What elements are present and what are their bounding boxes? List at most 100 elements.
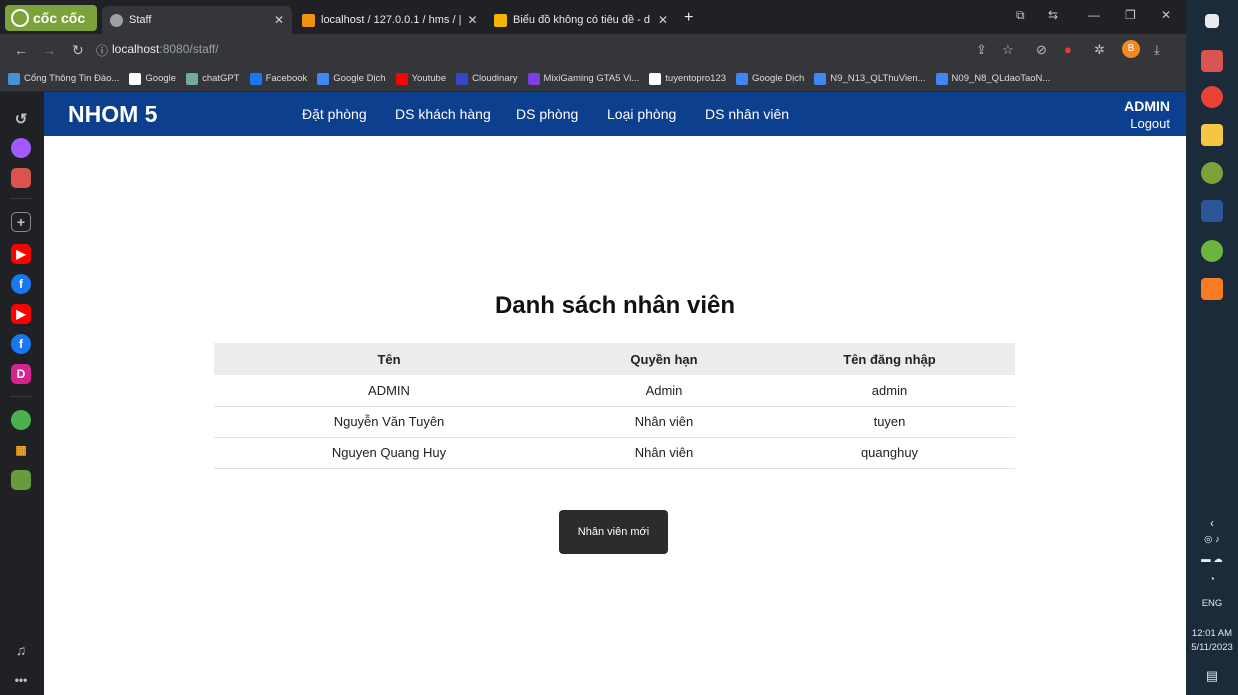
nav-link-room-types[interactable]: Loại phòng — [607, 106, 676, 122]
more-icon[interactable]: ••• — [11, 670, 31, 690]
chevron-left-icon[interactable]: ‹ — [1186, 516, 1238, 530]
bell-icon[interactable]: ♫ — [11, 640, 31, 660]
windows-start-icon[interactable] — [1205, 14, 1219, 28]
browser-tab-bar: cốc cốc Staff ✕ localhost / 127.0.0.1 / … — [0, 0, 1186, 34]
reload-icon[interactable]: ↻ — [72, 42, 84, 59]
cell-role: Nhân viên — [564, 406, 764, 438]
nav-link-customers[interactable]: DS khách hàng — [395, 106, 491, 122]
extensions-icon[interactable]: ✲ — [1094, 42, 1105, 58]
bookmark-item[interactable]: tuyentopro123 — [649, 72, 726, 85]
bookmark-item[interactable]: MixiGaming GTA5 Vi... — [527, 72, 640, 85]
tab-staff[interactable]: Staff ✕ — [102, 6, 292, 34]
cell-role: Admin — [564, 375, 764, 407]
facebook-icon[interactable]: f — [11, 334, 31, 354]
history-icon[interactable]: ↺ — [11, 110, 31, 130]
browser-side-panel: ↺ + ▶ f ▶ f D ▦ ♫ ••• — [0, 92, 44, 695]
bookmark-item[interactable]: Youtube — [395, 72, 446, 85]
sheets-icon — [494, 13, 507, 27]
bookmark-label: MixiGaming GTA5 Vi... — [543, 73, 640, 84]
coccoc-game-icon[interactable] — [11, 410, 31, 430]
new-tab-button[interactable]: + — [684, 9, 693, 27]
forward-icon[interactable]: → — [42, 42, 56, 58]
profile-avatar[interactable]: B — [1122, 40, 1140, 58]
facebook-icon[interactable]: f — [11, 274, 31, 294]
word-icon[interactable] — [1201, 200, 1223, 222]
bookmark-label: Google — [145, 73, 177, 84]
app-icon[interactable] — [11, 168, 31, 188]
tab-search-icon[interactable]: ⧉ — [1016, 8, 1025, 23]
close-icon[interactable]: ✕ — [658, 13, 668, 27]
tab-title: Biểu đồ không có tiêu đề - d — [513, 14, 650, 26]
bookmark-item[interactable]: N9_N13_QLThuVien... — [814, 72, 926, 85]
nav-link-staff[interactable]: DS nhân viên — [705, 106, 789, 122]
maximize-button[interactable]: ❐ — [1125, 8, 1136, 22]
site-brand[interactable]: NHOM 5 — [68, 101, 157, 128]
chrome-icon[interactable] — [1201, 86, 1223, 108]
close-window-button[interactable]: ✕ — [1161, 8, 1171, 22]
bookmark-label: Google Dịch — [333, 73, 386, 84]
coccoc-icon[interactable] — [1201, 162, 1223, 184]
cell-name: ADMIN — [214, 375, 564, 407]
youtube-icon[interactable]: ▶ — [11, 304, 31, 324]
url-field[interactable]: localhost:8080/staff/ — [112, 42, 219, 56]
browser-menu-button[interactable]: cốc cốc — [5, 5, 97, 31]
bookmark-icon — [249, 72, 262, 85]
adblock-icon[interactable]: ⊘ — [1036, 42, 1047, 58]
new-staff-button[interactable]: Nhân viên mới — [559, 510, 668, 554]
shop-icon[interactable]: ▦ — [11, 440, 31, 460]
bookmark-item[interactable]: Cloudinary — [456, 72, 518, 85]
download-icon[interactable]: ⤓ — [1154, 42, 1160, 58]
site-info-icon[interactable]: ⓘ — [96, 42, 108, 59]
game-icon[interactable] — [11, 470, 31, 490]
app-icon[interactable] — [1201, 50, 1223, 72]
column-header-role: Quyền hạn — [564, 343, 764, 375]
nav-link-booking[interactable]: Đặt phòng — [302, 106, 367, 122]
add-panel-icon[interactable]: + — [11, 212, 31, 232]
bookmark-item[interactable]: Google Dịch — [317, 72, 386, 85]
tab-chart[interactable]: Biểu đồ không có tiêu đề - d ✕ — [486, 6, 676, 34]
messenger-icon[interactable] — [11, 138, 31, 158]
bookmark-icon — [186, 72, 199, 85]
bookmark-label: Cổng Thông Tin Đào... — [24, 73, 120, 84]
bookmark-icon — [935, 72, 948, 85]
close-icon[interactable]: ✕ — [274, 13, 284, 27]
bookmark-item[interactable]: Cổng Thông Tin Đào... — [8, 72, 120, 85]
network-icon[interactable]: ▬ ☁ — [1186, 554, 1238, 565]
app-d-icon[interactable]: D — [11, 364, 31, 384]
cell-name: Nguyễn Văn Tuyên — [214, 406, 564, 438]
file-explorer-icon[interactable] — [1201, 124, 1223, 146]
back-icon[interactable]: ← — [14, 42, 28, 58]
bookmark-item[interactable]: N09_N8_QLdaoTaoN... — [935, 72, 1050, 85]
language-indicator[interactable]: ENG — [1186, 598, 1238, 609]
tab-title: localhost / 127.0.0.1 / hms / | — [321, 14, 462, 26]
record-icon[interactable]: ● — [1064, 42, 1072, 57]
volume-icon[interactable]: ◎ ♪ — [1186, 534, 1238, 545]
spring-icon[interactable] — [1201, 240, 1223, 262]
bookmark-item[interactable]: Google — [129, 72, 177, 85]
minimize-button[interactable]: — — [1088, 8, 1100, 22]
sidebar-toggle-icon[interactable]: ⇆ — [1048, 8, 1058, 22]
clock-time[interactable]: 12:01 AM — [1186, 628, 1238, 639]
cell-name: Nguyen Quang Huy — [214, 437, 564, 469]
current-user: ADMIN — [1124, 98, 1170, 114]
notification-icon[interactable]: ▤ — [1186, 668, 1238, 684]
nav-link-rooms[interactable]: DS phòng — [516, 106, 578, 122]
share-icon[interactable]: ⇪ — [976, 42, 987, 58]
bookmark-star-icon[interactable]: ☆ — [1002, 42, 1014, 58]
cell-username: tuyen — [764, 406, 1015, 438]
clock-date[interactable]: 5/11/2023 — [1186, 642, 1238, 653]
globe-icon — [110, 13, 123, 27]
bookmark-item[interactable]: chatGPT — [186, 72, 240, 85]
close-icon[interactable]: ✕ — [467, 13, 477, 27]
bookmark-item[interactable]: Google Dịch — [736, 72, 804, 85]
wifi-icon[interactable]: ◔ — [1186, 574, 1238, 585]
logout-link[interactable]: Logout — [1130, 116, 1170, 131]
xampp-icon[interactable] — [1201, 278, 1223, 300]
table-header-row: Tên Quyền hạn Tên đăng nhập — [214, 343, 1015, 375]
bookmark-icon — [8, 72, 20, 85]
web-page: NHOM 5 Đặt phòng DS khách hàng DS phòng … — [44, 92, 1186, 695]
bookmark-item[interactable]: Facebook — [249, 72, 307, 85]
table-row: ADMIN Admin admin — [214, 375, 1015, 407]
tab-phpmyadmin[interactable]: localhost / 127.0.0.1 / hms / | ✕ — [294, 6, 484, 34]
youtube-icon[interactable]: ▶ — [11, 244, 31, 264]
